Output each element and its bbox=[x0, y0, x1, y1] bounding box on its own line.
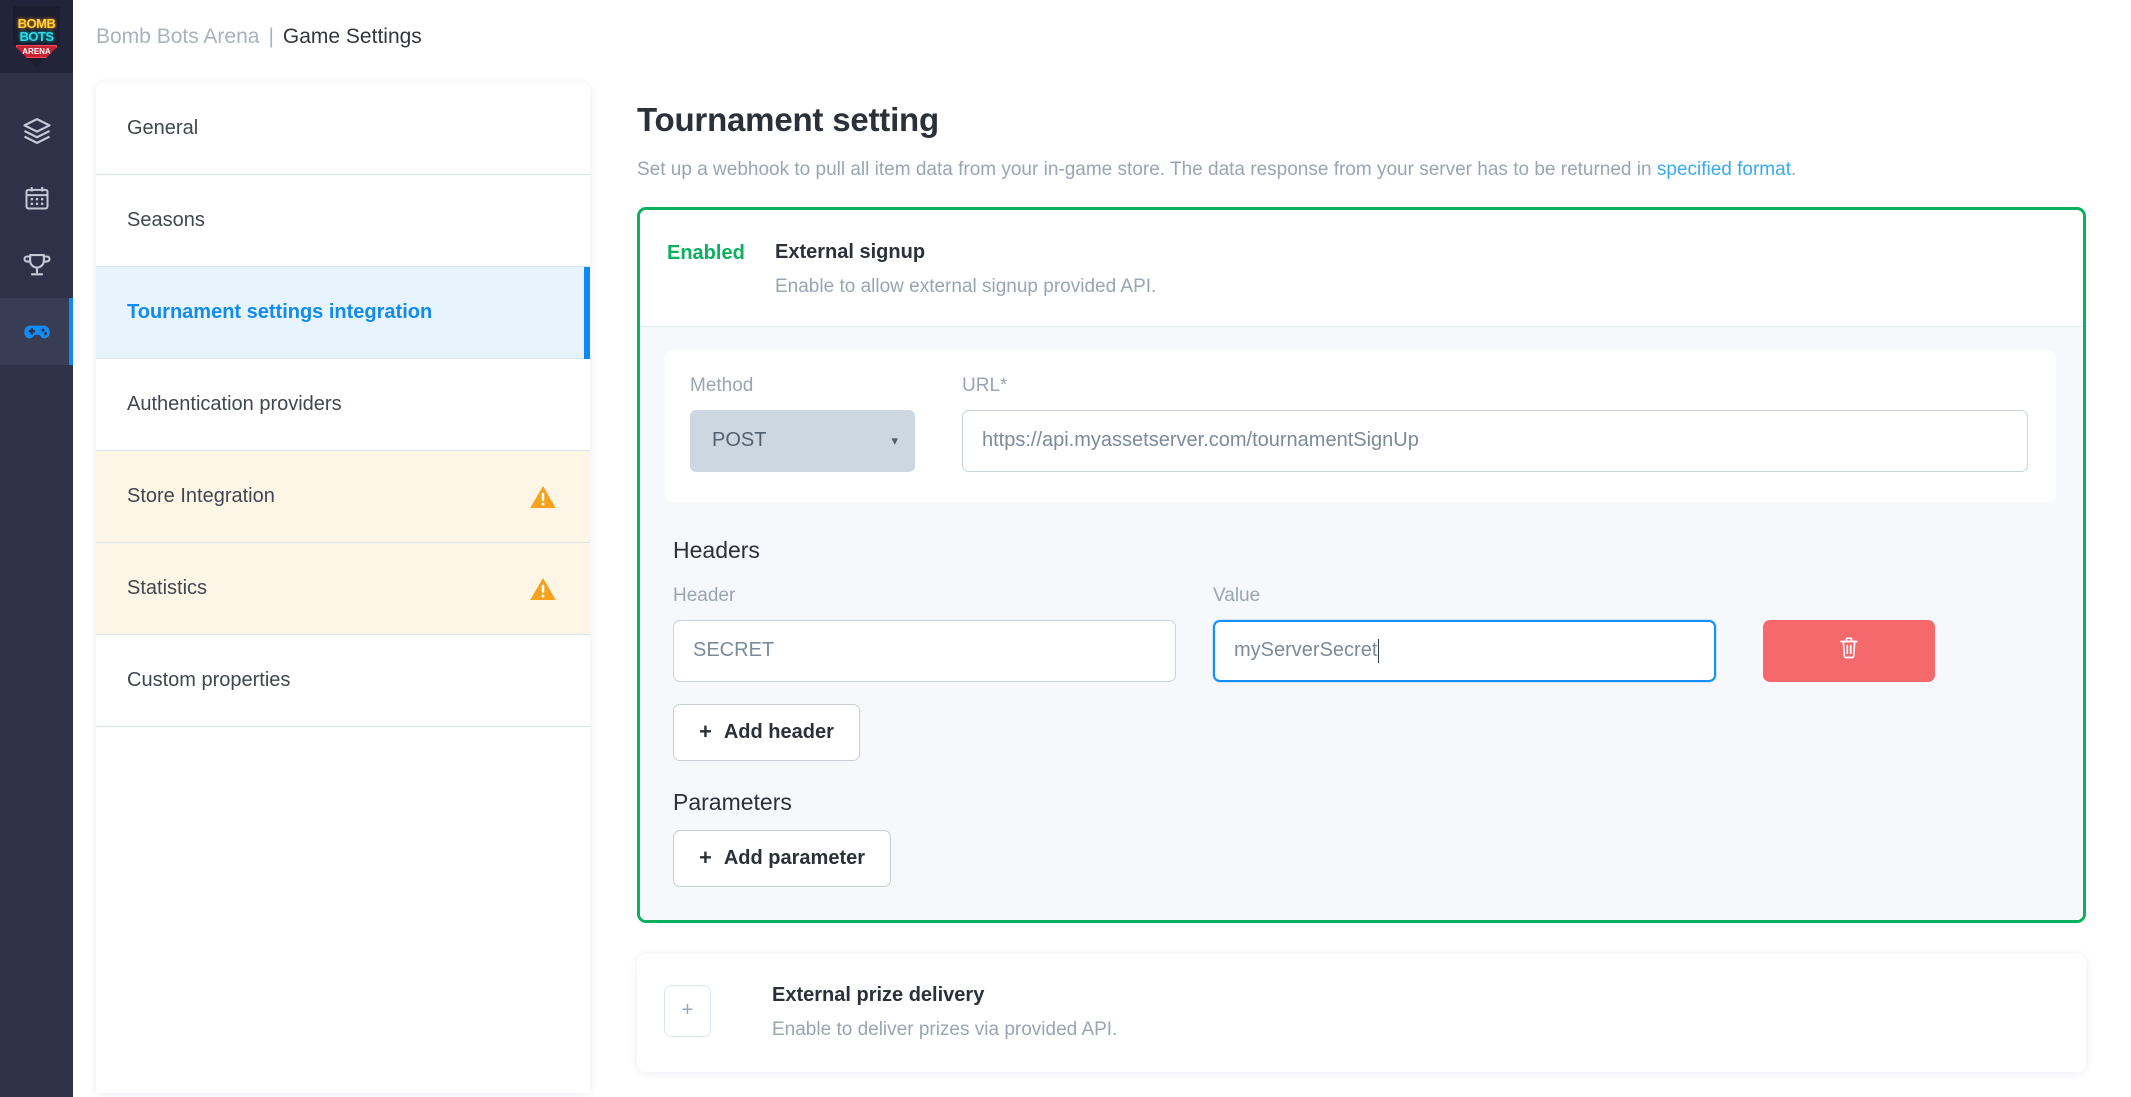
sidebar-item-label: General bbox=[127, 117, 199, 139]
calendar-icon bbox=[23, 184, 51, 212]
logo-line-2: BOTS bbox=[19, 29, 54, 44]
add-parameter-button[interactable]: + Add parameter bbox=[673, 829, 892, 887]
delete-header-button[interactable] bbox=[1763, 619, 1935, 682]
external-signup-card: Enabled External signup Enable to allow … bbox=[637, 206, 2086, 923]
specified-format-link[interactable]: specified format bbox=[1657, 159, 1791, 180]
headers-section-title: Headers bbox=[673, 536, 760, 563]
header-column-label-group: Header bbox=[673, 585, 1176, 620]
add-header-button[interactable]: + Add header bbox=[673, 703, 860, 761]
header-value-text: myServerSecret bbox=[1234, 639, 1378, 662]
main-area: Bomb Bots Arena | Game Settings General … bbox=[73, 0, 2131, 1097]
rail-item-layers[interactable] bbox=[0, 97, 73, 164]
sidebar-item-label: Authentication providers bbox=[127, 393, 342, 415]
content-row: General Seasons Tournament settings inte… bbox=[73, 73, 2131, 1097]
external-prize-delivery-card[interactable]: + External prize delivery Enable to deli… bbox=[637, 953, 2086, 1072]
trash-icon bbox=[1837, 635, 1861, 666]
sidebar-item-label: Store Integration bbox=[127, 485, 275, 507]
logo-shield-icon: BOMB BOTS ARENA bbox=[12, 5, 61, 68]
layers-icon bbox=[22, 116, 52, 146]
external-signup-header[interactable]: Enabled External signup Enable to allow … bbox=[640, 210, 2083, 327]
breadcrumb-page-name: Game Settings bbox=[282, 24, 422, 48]
value-column-label-group: Value bbox=[1213, 585, 1716, 620]
external-signup-texts: External signup Enable to allow external… bbox=[775, 241, 2053, 298]
url-input[interactable]: https://api.myassetserver.com/tournament… bbox=[962, 409, 2028, 472]
add-parameter-label: Add parameter bbox=[723, 846, 866, 869]
breadcrumb: Bomb Bots Arena | Game Settings bbox=[73, 0, 2131, 73]
external-signup-body: Method POST ▾ URL* https://api.myassetse… bbox=[640, 326, 2083, 920]
page-description-text: Set up a webhook to pull all item data f… bbox=[637, 159, 1657, 180]
warning-icon bbox=[529, 484, 557, 510]
rail-item-list bbox=[0, 73, 73, 365]
page-description: Set up a webhook to pull all item data f… bbox=[637, 158, 2086, 183]
settings-nav-list: General Seasons Tournament settings inte… bbox=[96, 83, 590, 1093]
rail-item-trophy[interactable] bbox=[0, 231, 73, 298]
method-select[interactable]: POST ▾ bbox=[690, 409, 915, 472]
sidebar-item-label: Custom properties bbox=[127, 669, 291, 691]
plus-icon: + bbox=[699, 845, 712, 871]
external-prize-delivery-description: Enable to deliver prizes via provided AP… bbox=[772, 1018, 1118, 1040]
header-column-label: Header bbox=[673, 584, 736, 606]
url-field-group: URL* https://api.myassetserver.com/tourn… bbox=[915, 375, 2028, 472]
logo-line-3: ARENA bbox=[16, 45, 57, 58]
method-label: Method bbox=[690, 374, 754, 396]
app-logo[interactable]: BOMB BOTS ARENA bbox=[0, 0, 73, 73]
gamepad-icon bbox=[20, 315, 54, 349]
sidebar-item-label: Tournament settings integration bbox=[127, 301, 433, 323]
rail-item-gamepad[interactable] bbox=[0, 298, 73, 365]
header-row: SECRET myServerSecret bbox=[665, 619, 2056, 682]
page-title: Tournament setting bbox=[637, 101, 939, 138]
header-value-input[interactable]: myServerSecret bbox=[1213, 619, 1716, 682]
expand-button[interactable]: + bbox=[664, 984, 711, 1037]
sidebar-item-seasons[interactable]: Seasons bbox=[96, 175, 590, 267]
parameters-section-title: Parameters bbox=[673, 788, 792, 815]
status-badge: Enabled bbox=[667, 241, 745, 264]
header-row-labels: Header Value bbox=[665, 585, 2056, 620]
method-field-group: Method POST ▾ bbox=[690, 375, 915, 472]
sidebar-item-label: Statistics bbox=[127, 577, 208, 599]
header-key-group: SECRET bbox=[673, 619, 1176, 682]
rail-item-calendar[interactable] bbox=[0, 164, 73, 231]
sidebar-item-tournament-settings-integration[interactable]: Tournament settings integration bbox=[96, 267, 590, 359]
plus-icon: + bbox=[699, 719, 712, 745]
external-prize-delivery-title: External prize delivery bbox=[772, 983, 985, 1006]
method-selected-value: POST bbox=[712, 429, 767, 452]
sidebar-item-label: Seasons bbox=[127, 209, 205, 231]
header-value-group: myServerSecret bbox=[1213, 619, 1716, 682]
external-signup-title: External signup bbox=[775, 240, 926, 263]
header-key-input[interactable]: SECRET bbox=[673, 619, 1176, 682]
breadcrumb-separator: | bbox=[268, 24, 274, 48]
method-url-block: Method POST ▾ URL* https://api.myassetse… bbox=[665, 349, 2056, 502]
trophy-icon bbox=[22, 250, 52, 280]
add-header-label: Add header bbox=[723, 720, 834, 743]
value-column-label: Value bbox=[1213, 584, 1261, 606]
sidebar-item-store-integration[interactable]: Store Integration bbox=[96, 451, 590, 543]
external-signup-description: Enable to allow external signup provided… bbox=[775, 275, 1157, 297]
url-label: URL* bbox=[962, 374, 1008, 396]
sidebar-item-authentication-providers[interactable]: Authentication providers bbox=[96, 359, 590, 451]
sidebar-item-statistics[interactable]: Statistics bbox=[96, 543, 590, 635]
chevron-down-icon: ▾ bbox=[891, 432, 898, 448]
app-root: BOMB BOTS ARENA Bomb Bots Arena | Game S… bbox=[0, 0, 2131, 1097]
sidebar-item-custom-properties[interactable]: Custom properties bbox=[96, 635, 590, 727]
sidebar-item-general[interactable]: General bbox=[96, 83, 590, 175]
external-prize-delivery-texts: External prize delivery Enable to delive… bbox=[772, 984, 1117, 1041]
warning-icon bbox=[529, 576, 557, 602]
breadcrumb-app-name[interactable]: Bomb Bots Arena bbox=[96, 25, 259, 49]
text-caret bbox=[1378, 638, 1380, 663]
settings-panel: Tournament setting Set up a webhook to p… bbox=[590, 73, 2131, 1072]
page-description-suffix: . bbox=[1790, 159, 1797, 180]
icon-rail: BOMB BOTS ARENA bbox=[0, 0, 73, 1097]
